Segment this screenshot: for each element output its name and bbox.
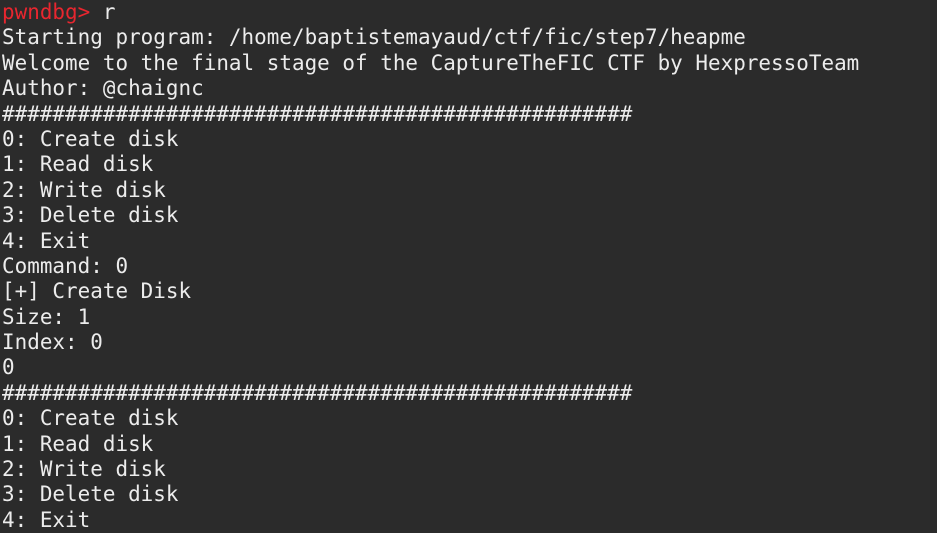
terminal-window[interactable]: pwndbg> r Starting program: /home/baptis… — [0, 0, 937, 533]
command-input-line: Command: 0 — [2, 253, 129, 278]
prompt-command: r — [90, 0, 116, 24]
menu-option-read: 1: Read disk — [2, 431, 154, 456]
index-input-line: Index: 0 — [2, 330, 103, 355]
prompt-line: pwndbg> r — [2, 0, 937, 25]
menu-option-create: 0: Create disk — [2, 126, 179, 151]
menu-option-write: 2: Write disk — [2, 177, 166, 202]
output-separator: ########################################… — [2, 380, 633, 405]
menu-option-write: 2: Write disk — [2, 457, 166, 482]
output-separator: ########################################… — [2, 101, 633, 126]
menu-option-read: 1: Read disk — [2, 152, 154, 177]
output-create-disk: [+] Create Disk — [2, 279, 192, 304]
menu-option-delete: 3: Delete disk — [2, 482, 179, 507]
menu-option-exit: 4: Exit — [2, 228, 91, 253]
menu-option-exit: 4: Exit — [2, 507, 91, 532]
output-result: 0 — [2, 355, 15, 380]
output-author: Author: @chaignc — [2, 76, 204, 101]
menu-option-create: 0: Create disk — [2, 406, 179, 431]
size-input-line: Size: 1 — [2, 304, 91, 329]
output-starting-program: Starting program: /home/baptistemayaud/c… — [2, 25, 746, 50]
output-welcome: Welcome to the final stage of the Captur… — [2, 50, 860, 75]
menu-option-delete: 3: Delete disk — [2, 203, 179, 228]
pwndbg-prompt: pwndbg> — [2, 0, 91, 24]
